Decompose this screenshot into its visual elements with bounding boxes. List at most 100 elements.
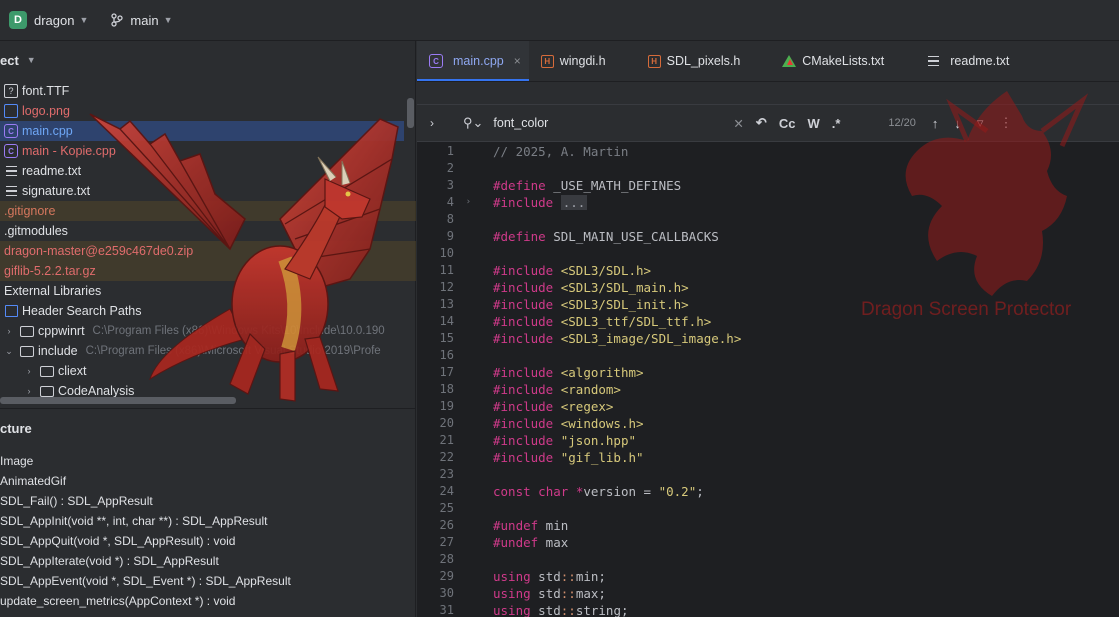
- search-icon[interactable]: ⚲⌄: [463, 115, 483, 131]
- regex-toggle[interactable]: .*: [832, 116, 841, 131]
- branch-name[interactable]: main: [130, 13, 158, 28]
- code-token: #undef: [493, 518, 539, 533]
- editor-tab[interactable]: H SDL_pixels.h: [636, 41, 771, 81]
- code-line[interactable]: #undef min: [493, 517, 741, 534]
- tree-item[interactable]: giflib-5.2.2.tar.gz: [0, 261, 416, 281]
- line-number: 23: [417, 466, 477, 483]
- code-line[interactable]: #define _USE_MATH_DEFINES: [493, 177, 741, 194]
- code-line[interactable]: [493, 347, 741, 364]
- code-line[interactable]: [493, 551, 741, 568]
- editor-tab[interactable]: Cmain.cpp ×: [417, 41, 529, 81]
- structure-item[interactable]: SDL_AppQuit(void *, SDL_AppResult) : voi…: [0, 531, 291, 551]
- chevron-down-icon[interactable]: ⌄: [4, 346, 14, 357]
- tree-item[interactable]: › cliext: [0, 361, 416, 381]
- git-branch-icon[interactable]: [110, 13, 124, 27]
- code-line[interactable]: using std::max;: [493, 585, 741, 602]
- code-line[interactable]: #undef max: [493, 534, 741, 551]
- search-input[interactable]: font_color: [493, 116, 723, 130]
- structure-item[interactable]: SDL_AppIterate(void *) : SDL_AppResult: [0, 551, 291, 571]
- code-line[interactable]: [493, 466, 741, 483]
- tree-item[interactable]: External Libraries: [0, 281, 416, 301]
- chevron-right-icon[interactable]: ›: [4, 326, 14, 336]
- code-line[interactable]: #include "gif_lib.h": [493, 449, 741, 466]
- tree-item-label: readme.txt: [22, 164, 82, 178]
- code-line[interactable]: [493, 245, 741, 262]
- chevron-down-icon[interactable]: ▼: [79, 15, 88, 25]
- code-line[interactable]: #include <SDL3/SDL_init.h>: [493, 296, 741, 313]
- cpp-file-icon: C: [4, 144, 18, 158]
- panel-divider[interactable]: [0, 408, 416, 409]
- code-line[interactable]: // 2025, A. Martin: [493, 143, 741, 160]
- close-icon[interactable]: ×: [514, 54, 521, 68]
- structure-item[interactable]: SDL_AppEvent(void *, SDL_Event *) : SDL_…: [0, 571, 291, 591]
- code-token: using: [493, 586, 531, 601]
- fold-expand-icon[interactable]: ›: [466, 194, 471, 211]
- code-line[interactable]: #include "json.hpp": [493, 432, 741, 449]
- horizontal-scrollbar[interactable]: [0, 397, 236, 404]
- chevron-right-icon[interactable]: ›: [24, 366, 34, 376]
- code-line[interactable]: #include <SDL3/SDL.h>: [493, 262, 741, 279]
- chevron-down-icon[interactable]: ▼: [164, 15, 173, 25]
- tree-item[interactable]: Cmain - Kopie.cpp: [0, 141, 416, 161]
- code-line[interactable]: #include <windows.h>: [493, 415, 741, 432]
- structure-item[interactable]: SDL_AppInit(void **, int, char **) : SDL…: [0, 511, 291, 531]
- tree-item[interactable]: readme.txt: [0, 161, 416, 181]
- code-line[interactable]: [493, 160, 741, 177]
- more-options-icon[interactable]: ⋮: [999, 115, 1012, 131]
- code-line[interactable]: using std::string;: [493, 602, 741, 617]
- tree-item[interactable]: logo.png: [0, 101, 416, 121]
- tree-item[interactable]: Cmain.cpp: [0, 121, 404, 141]
- code-line[interactable]: #define SDL_MAIN_USE_CALLBACKS: [493, 228, 741, 245]
- tree-item[interactable]: .gitmodules: [0, 221, 416, 241]
- editor-tab[interactable]: Hwingdi.h: [529, 41, 636, 81]
- folder-icon: [40, 384, 54, 398]
- code-line[interactable]: #include <SDL3_image/SDL_image.h>: [493, 330, 741, 347]
- new-line-icon[interactable]: ↶: [756, 115, 767, 131]
- project-badge[interactable]: D: [9, 11, 27, 29]
- code-text[interactable]: // 2025, A. Martin #define _USE_MATH_DEFI…: [493, 143, 741, 617]
- chevron-right-icon[interactable]: ›: [24, 386, 34, 396]
- tree-item[interactable]: .gitignore: [0, 201, 416, 221]
- structure-item[interactable]: SDL_Fail() : SDL_AppResult: [0, 491, 291, 511]
- project-panel-header[interactable]: ect ▼: [0, 41, 36, 79]
- tree-item[interactable]: signature.txt: [0, 181, 416, 201]
- tree-item[interactable]: ⌄ include C:\Program Files (x86)\Microsoft…: [0, 341, 416, 361]
- chevron-down-icon[interactable]: ▼: [27, 55, 36, 65]
- code-line[interactable]: #include <SDL3_ttf/SDL_ttf.h>: [493, 313, 741, 330]
- vertical-scrollbar[interactable]: [407, 98, 414, 128]
- code-line[interactable]: #include <SDL3/SDL_main.h>: [493, 279, 741, 296]
- code-line[interactable]: #include ...: [493, 194, 741, 211]
- whole-words-toggle[interactable]: W: [807, 116, 819, 131]
- code-line[interactable]: #include <random>: [493, 381, 741, 398]
- clear-search-icon[interactable]: ✕: [733, 116, 743, 131]
- editor-tab[interactable]: readme.txt: [914, 41, 1039, 81]
- structure-item[interactable]: AnimatedGif: [0, 471, 291, 491]
- structure-list: Image AnimatedGif SDL_Fail() : SDL_AppResu…: [0, 451, 291, 611]
- code-line[interactable]: [493, 211, 741, 228]
- line-number-text: 9: [446, 229, 454, 243]
- line-number-gutter[interactable]: 1 2 3 4 › 8 9 10 11 12 13 14 15 16 17 18 19 20 21 22 23 24 25 2…: [417, 143, 477, 617]
- folded-region[interactable]: ...: [560, 195, 588, 210]
- code-line[interactable]: [493, 500, 741, 517]
- structure-item[interactable]: Image: [0, 451, 291, 471]
- editor-tab[interactable]: CMakeLists.txt: [770, 41, 914, 81]
- code-line[interactable]: using std::min;: [493, 568, 741, 585]
- tree-item[interactable]: dragon-master@e259c467de0.zip: [0, 241, 416, 261]
- line-number-text: 24: [439, 484, 454, 498]
- tree-item-label: logo.png: [22, 104, 70, 118]
- expand-replace-icon[interactable]: ›: [417, 116, 447, 130]
- project-name[interactable]: dragon: [34, 13, 74, 28]
- code-line[interactable]: #include <regex>: [493, 398, 741, 415]
- code-line[interactable]: #include <algorithm>: [493, 364, 741, 381]
- arrow-down-icon[interactable]: ↓: [954, 116, 961, 131]
- code-line[interactable]: const char *version = "0.2";: [493, 483, 741, 500]
- tree-item[interactable]: ? font.TTF: [0, 81, 416, 101]
- filter-icon[interactable]: ▿: [977, 115, 984, 131]
- structure-item[interactable]: update_screen_metrics(AppContext *) : vo…: [0, 591, 291, 611]
- code-token: min: [538, 518, 569, 533]
- tree-item[interactable]: › cppwinrt C:\Program Files (x86)\Windows …: [0, 321, 416, 341]
- tree-item[interactable]: Header Search Paths: [0, 301, 416, 321]
- arrow-up-icon[interactable]: ↑: [932, 116, 939, 131]
- match-case-toggle[interactable]: Cc: [779, 116, 796, 131]
- code-token: <SDL3/SDL_main.h>: [553, 280, 689, 295]
